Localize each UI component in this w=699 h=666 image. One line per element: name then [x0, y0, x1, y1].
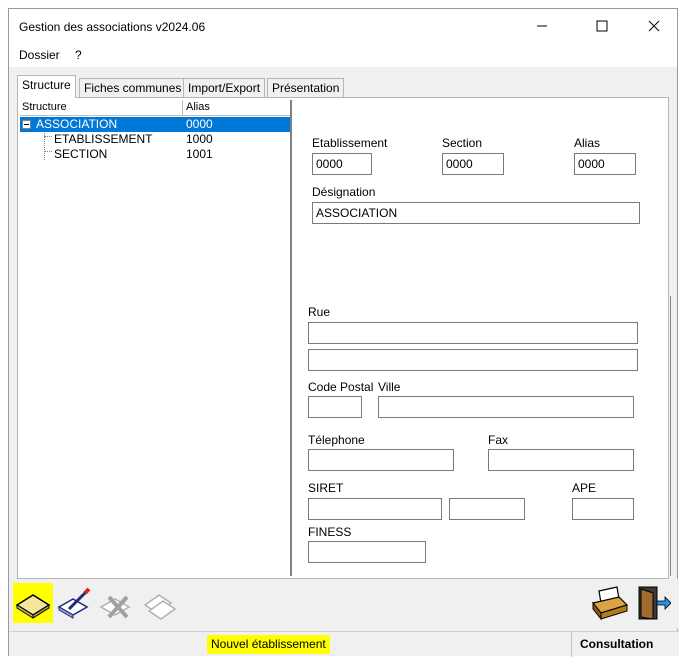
alias-field[interactable]: 0000 — [574, 153, 636, 175]
maximize-button[interactable] — [579, 9, 625, 43]
tab-structure[interactable]: Structure — [17, 75, 76, 98]
alias-label: Alias — [574, 136, 601, 150]
main-window: Gestion des associations v2024.06 Dossie… — [8, 8, 679, 657]
structure-tree[interactable]: Structure Alias ASSOCIATION 0000 ETABLIS… — [20, 100, 292, 576]
telephone-label: Télephone — [308, 433, 365, 447]
tree-header-structure[interactable]: Structure — [22, 101, 67, 113]
delete-button[interactable] — [97, 583, 137, 623]
section-label: Section — [442, 136, 483, 150]
column-separator[interactable] — [182, 100, 183, 116]
edit-button[interactable] — [55, 583, 95, 623]
exit-button[interactable] — [631, 583, 672, 623]
status-message: Nouvel établissement — [207, 635, 330, 654]
etablissement-field[interactable]: 0000 — [312, 153, 372, 175]
minimize-icon — [537, 25, 547, 27]
rue-label: Rue — [308, 305, 331, 319]
new-establishment-button[interactable] — [13, 583, 53, 623]
status-bar: Nouvel établissement Consultation — [9, 631, 679, 657]
collapse-icon[interactable] — [22, 120, 31, 129]
printer-icon — [591, 586, 629, 621]
maximize-icon — [596, 20, 608, 32]
close-button[interactable] — [631, 9, 677, 43]
ville-field[interactable] — [378, 396, 634, 418]
tree-row-etablissement[interactable]: ETABLISSEMENT 1000 — [20, 132, 290, 147]
tree-row-section[interactable]: SECTION 1001 — [20, 147, 290, 162]
designation-field[interactable]: ASSOCIATION — [312, 202, 640, 224]
rue-line2-field[interactable] — [308, 349, 638, 371]
menu-dossier[interactable]: Dossier — [19, 48, 60, 62]
window-title: Gestion des associations v2024.06 — [19, 20, 206, 34]
tree-row-alias: 1001 — [186, 147, 213, 161]
exit-door-icon — [638, 586, 672, 620]
telephone-field[interactable] — [308, 449, 454, 471]
finess-field[interactable] — [308, 541, 426, 563]
siret-field-2[interactable] — [449, 498, 525, 520]
copy-button[interactable] — [139, 583, 179, 623]
title-bar: Gestion des associations v2024.06 — [9, 9, 677, 43]
etablissement-label: Etablissement — [312, 136, 388, 150]
tree-row-label: ETABLISSEMENT — [54, 132, 153, 146]
siret-field-1[interactable] — [308, 498, 442, 520]
code-postal-field[interactable] — [308, 396, 362, 418]
panel-separator — [670, 296, 671, 576]
fax-field[interactable] — [488, 449, 634, 471]
menu-bar: Dossier ? — [9, 43, 677, 67]
edit-icon — [57, 587, 91, 619]
tree-header: Structure Alias — [20, 100, 290, 116]
tree-row-alias: 1000 — [186, 132, 213, 146]
section-field[interactable]: 0000 — [442, 153, 504, 175]
copy-icon — [143, 594, 177, 620]
ape-field[interactable] — [572, 498, 634, 520]
tree-row-alias: 0000 — [186, 117, 213, 131]
fax-label: Fax — [488, 433, 509, 447]
finess-label: FINESS — [308, 525, 352, 539]
tree-row-association[interactable]: ASSOCIATION 0000 — [20, 117, 290, 132]
close-icon — [648, 20, 660, 32]
tree-header-alias[interactable]: Alias — [186, 101, 210, 113]
rue-line1-field[interactable] — [308, 322, 638, 344]
code-postal-label: Code Postal — [308, 380, 374, 394]
ville-label: Ville — [378, 380, 401, 394]
delete-icon — [99, 595, 131, 619]
minimize-button[interactable] — [519, 9, 565, 43]
tab-fiches-communes[interactable]: Fiches communes — [79, 78, 187, 97]
tab-import-export[interactable]: Import/Export — [183, 78, 266, 97]
tree-row-label: ASSOCIATION — [36, 117, 118, 131]
menu-help[interactable]: ? — [75, 48, 82, 62]
status-main: Nouvel établissement — [9, 632, 569, 657]
siret-label: SIRET — [308, 481, 344, 495]
tab-presentation[interactable]: Présentation — [267, 78, 345, 97]
tree-row-label: SECTION — [54, 147, 108, 161]
ape-label: APE — [572, 481, 597, 495]
print-button[interactable] — [589, 583, 629, 623]
new-establishment-icon — [15, 594, 51, 619]
structure-panel: Structure Alias ASSOCIATION 0000 ETABLIS… — [17, 97, 671, 579]
designation-label: Désignation — [312, 185, 376, 199]
bottom-toolbar — [9, 579, 679, 629]
status-mode: Consultation — [571, 632, 677, 657]
